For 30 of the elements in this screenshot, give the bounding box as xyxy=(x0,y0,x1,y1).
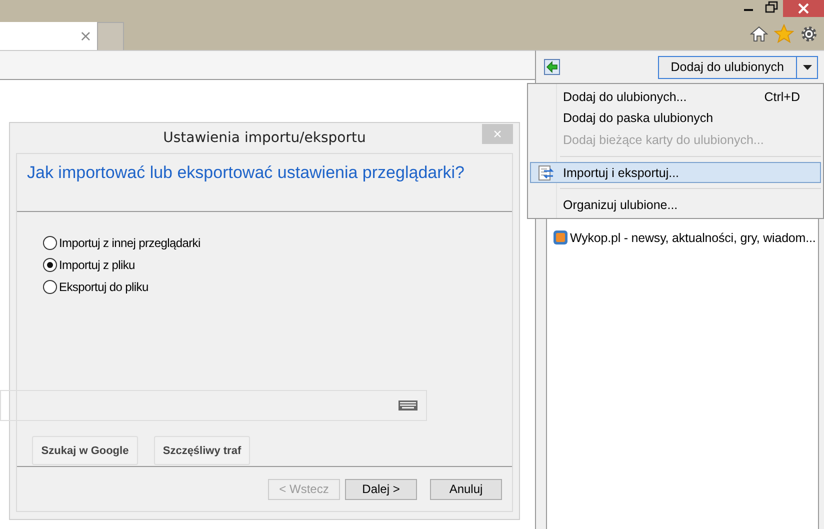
close-icon[interactable] xyxy=(783,0,824,17)
browser-tab[interactable]: × xyxy=(0,22,97,50)
star-icon[interactable] xyxy=(774,24,794,44)
search-page-button[interactable]: Szukaj w Google xyxy=(32,436,138,465)
radio-button[interactable] xyxy=(43,280,57,294)
menu-item[interactable]: Organizuj ulubione... xyxy=(530,194,821,216)
add-to-favorites-button[interactable]: Dodaj do ulubionych xyxy=(658,56,797,78)
option-label: Importuj z pliku xyxy=(59,258,135,272)
settings-icon[interactable] xyxy=(800,25,818,43)
tab-close-button[interactable]: × xyxy=(79,27,92,45)
radio-button[interactable] xyxy=(43,258,57,272)
site-icon xyxy=(553,230,568,245)
search-field[interactable] xyxy=(0,390,427,421)
pin-arrow-icon[interactable] xyxy=(544,59,560,75)
home-icon[interactable] xyxy=(750,25,768,43)
dropdown-button[interactable] xyxy=(797,56,817,78)
dialog-title: Ustawienia importu/eksportu xyxy=(163,130,366,146)
caret-icon xyxy=(802,64,812,70)
option-label: Importuj z innej przeglądarki xyxy=(59,236,200,250)
search-page-button[interactable]: Szczęśliwy traf xyxy=(154,436,250,465)
menu-item[interactable]: Dodaj do ulubionych... Ctrl+D xyxy=(530,86,821,108)
favorite-link[interactable]: Wykop.pl - newsy, aktualności, gry, wiadom... xyxy=(570,230,816,244)
dialog-button[interactable]: Anuluj xyxy=(430,478,502,500)
dialog-button[interactable]: Dalej > xyxy=(345,478,417,500)
menu-item[interactable]: Importuj i eksportuj... xyxy=(530,162,821,184)
option-label: Eksportuj do pliku xyxy=(59,280,148,294)
radio-button[interactable] xyxy=(43,236,57,250)
keyboard-icon[interactable] xyxy=(398,400,418,411)
dialog-heading: Jak importować lub eksportować ustawienia przeglądarki? xyxy=(27,163,464,182)
menu-item[interactable]: Dodaj do paska ulubionych xyxy=(530,108,821,130)
